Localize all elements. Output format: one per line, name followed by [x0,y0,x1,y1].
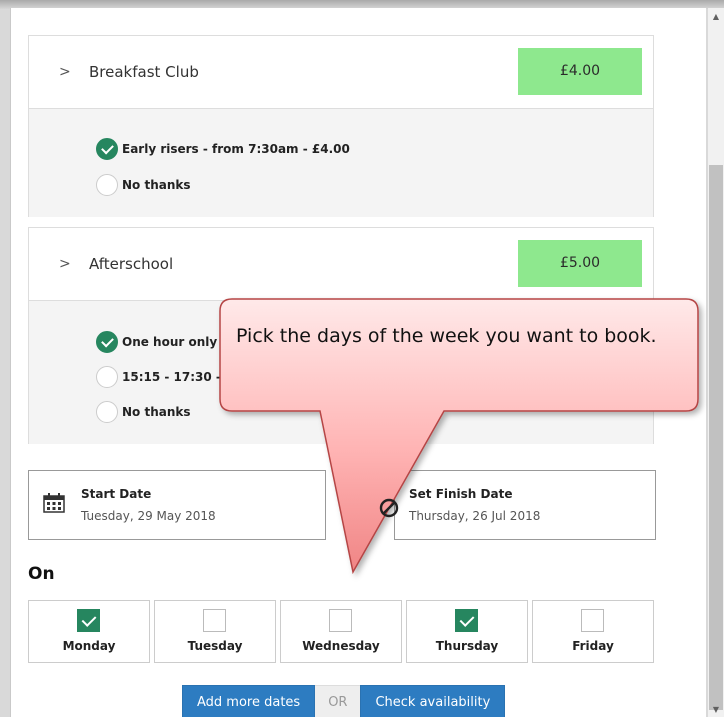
radio-checked-icon[interactable] [96,331,118,353]
day-monday[interactable]: Monday [28,600,150,663]
option-one-hour[interactable]: One hour only [96,331,217,353]
day-wednesday[interactable]: Wednesday [280,600,402,663]
checkbox-unchecked-icon[interactable] [203,609,226,632]
option-no-thanks[interactable]: No thanks [96,174,191,196]
day-friday[interactable]: Friday [532,600,654,663]
radio-unchecked-icon[interactable] [96,401,118,423]
start-date-value: Tuesday, 29 May 2018 [81,509,216,523]
breakfast-club-options: Early risers - from 7:30am - £4.00 No th… [29,108,653,217]
day-label: Friday [572,639,614,653]
add-more-dates-button[interactable]: Add more dates [182,685,316,717]
breakfast-club-section: > Breakfast Club £4.00 Early risers - fr… [28,35,654,217]
start-date-field[interactable]: Start Date Tuesday, 29 May 2018 [28,470,326,540]
chevron-right-icon[interactable]: > [59,256,71,272]
day-thursday[interactable]: Thursday [406,600,528,663]
calendar-icon [43,493,65,513]
day-tuesday[interactable]: Tuesday [154,600,276,663]
no-entry-icon [379,498,399,518]
option-label: One hour only [122,335,218,349]
start-date-label: Start Date [81,487,152,501]
option-no-thanks[interactable]: No thanks [96,401,191,423]
finish-date-value: Thursday, 26 Jul 2018 [409,509,541,523]
section-title: Afterschool [89,255,174,273]
price-badge: £5.00 [518,240,642,287]
option-label: No thanks [122,178,191,192]
option-label: Early risers - from 7:30am - £4.00 [122,142,350,156]
finish-date-label: Set Finish Date [409,487,513,501]
option-label: 15:15 - 17:30 - [122,370,221,384]
day-label: Thursday [435,639,499,653]
finish-date-field[interactable]: Set Finish Date Thursday, 26 Jul 2018 [394,470,656,540]
scroll-down-arrow[interactable]: ▼ [709,703,723,717]
action-buttons: Add more dates OR Check availability [182,685,506,717]
chevron-right-icon[interactable]: > [59,64,71,80]
option-1515-1730[interactable]: 15:15 - 17:30 - [96,366,221,388]
checkbox-unchecked-icon[interactable] [581,609,604,632]
option-label: No thanks [122,405,191,419]
breakfast-club-header[interactable]: > Breakfast Club £4.00 [29,36,653,108]
checkbox-checked-icon[interactable] [455,609,478,632]
day-label: Monday [62,639,116,653]
on-label: On [28,564,55,584]
day-label: Wednesday [302,639,380,653]
checkbox-checked-icon[interactable] [77,609,100,632]
checkbox-unchecked-icon[interactable] [329,609,352,632]
day-label: Tuesday [187,639,243,653]
scrollbar-thumb[interactable] [709,165,723,710]
scroll-up-arrow[interactable]: ▲ [709,10,723,24]
section-title: Breakfast Club [89,63,199,81]
radio-checked-icon[interactable] [96,138,118,160]
or-separator: OR [315,685,361,717]
afterschool-header[interactable]: > Afterschool £5.00 [29,228,653,300]
radio-unchecked-icon[interactable] [96,366,118,388]
option-early-risers[interactable]: Early risers - from 7:30am - £4.00 [96,138,350,160]
radio-unchecked-icon[interactable] [96,174,118,196]
callout-text: Pick the days of the week you want to bo… [236,325,657,347]
price-badge: £4.00 [518,48,642,95]
check-availability-button[interactable]: Check availability [360,685,506,717]
